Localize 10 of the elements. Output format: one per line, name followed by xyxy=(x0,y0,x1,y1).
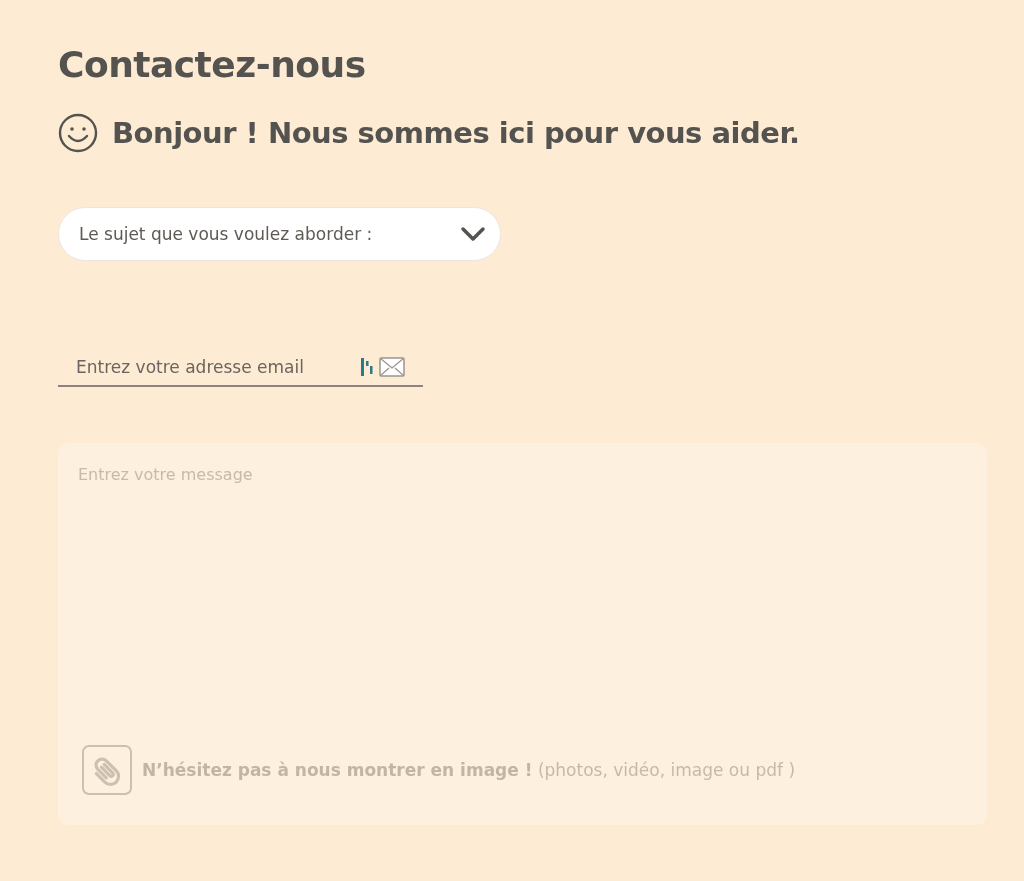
email-field[interactable]: Entrez votre adresse email xyxy=(76,357,361,377)
autofill-icon xyxy=(361,358,373,376)
chevron-down-icon xyxy=(460,226,486,242)
message-field[interactable]: Entrez votre message xyxy=(78,465,967,665)
page-title: Contactez-nous xyxy=(58,44,366,85)
subject-select[interactable]: Le sujet que vous voulez aborder : xyxy=(58,207,501,261)
smiley-icon xyxy=(58,113,98,153)
greeting-text: Bonjour ! Nous sommes ici pour vous aider. xyxy=(112,116,800,150)
envelope-icon xyxy=(379,357,405,377)
attach-button[interactable] xyxy=(82,745,132,795)
